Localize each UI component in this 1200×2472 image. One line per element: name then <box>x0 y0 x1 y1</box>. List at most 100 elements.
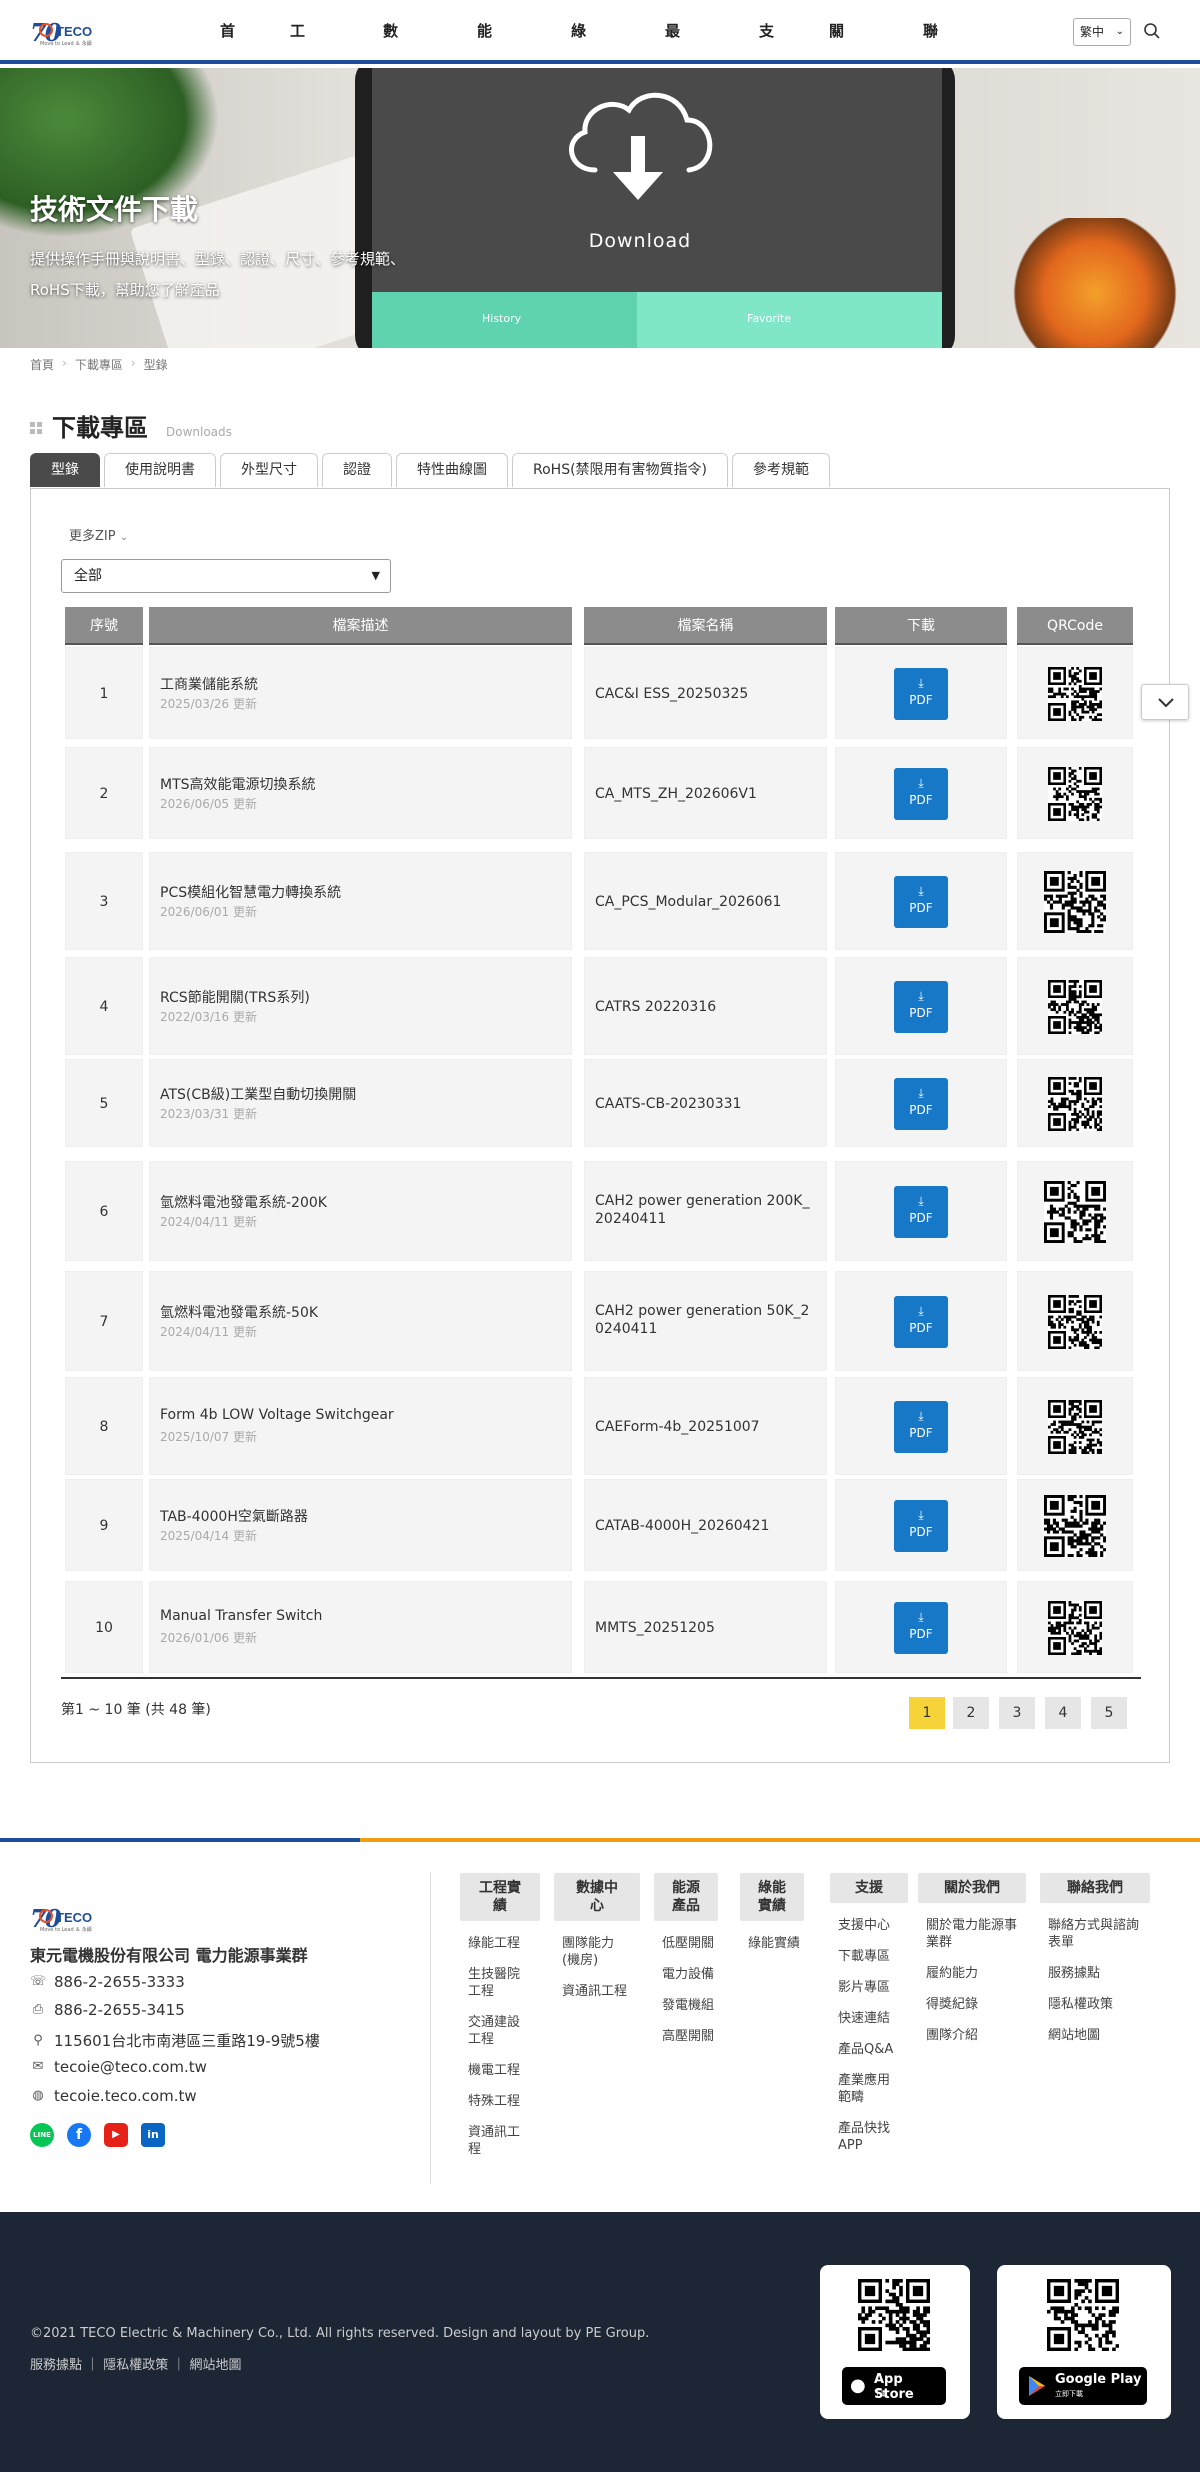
youtube-icon[interactable]: ▶ <box>104 2123 128 2147</box>
footer-link[interactable]: 產品Q&A <box>830 2041 908 2058</box>
footer-link[interactable]: 產品快找 APP <box>830 2120 908 2154</box>
row-qrcode-cell <box>1017 852 1133 950</box>
footer-link[interactable]: 低壓開關 <box>654 1935 718 1952</box>
footer-column: 支援 支援中心 下載專區 影片專區 快速連結 產品Q&A 產業應用 範疇 產品快找 APP <box>830 1873 908 2154</box>
breadcrumb-home[interactable]: 首頁 <box>30 356 54 373</box>
pdf-download-button[interactable]: ⤓ PDF <box>894 668 948 720</box>
pdf-download-button[interactable]: ⤓ PDF <box>894 1078 948 1130</box>
page-2-button[interactable]: 2 <box>953 1697 989 1729</box>
app-store-sub: 下載 <box>874 2390 888 2398</box>
footer-website[interactable]: ◍ tecoie.teco.com.tw <box>30 2087 196 2105</box>
footer-link[interactable]: 網站地圖 <box>1040 2027 1150 2044</box>
page-3-button[interactable]: 3 <box>999 1697 1035 1729</box>
pdf-download-button[interactable]: ⤓ PDF <box>894 768 948 820</box>
google-play-badge[interactable]: Google Play 立即下載 <box>1019 2367 1147 2405</box>
search-icon[interactable] <box>1143 22 1161 40</box>
footer-link[interactable]: 支援中心 <box>830 1917 908 1934</box>
tab-certification[interactable]: 認證 <box>322 453 392 487</box>
row-title: Manual Transfer Switch <box>160 1608 323 1624</box>
footer-link[interactable]: 高壓開關 <box>654 2028 718 2045</box>
tab-rohs[interactable]: RoHS(禁限用有害物質指令) <box>512 453 729 487</box>
footer-link[interactable]: 綠能實績 <box>740 1935 804 1952</box>
footer-link[interactable]: 發電機組 <box>654 1997 718 2014</box>
footer-link[interactable]: 履約能力 <box>918 1965 1026 1982</box>
pdf-download-button[interactable]: ⤓ PDF <box>894 1602 948 1654</box>
breadcrumb-downloads[interactable]: 下載專區 <box>75 356 123 373</box>
page-4-button[interactable]: 4 <box>1045 1697 1081 1729</box>
footer-link[interactable]: 特殊工程 <box>460 2093 540 2110</box>
footer-link[interactable]: 服務據點 <box>1040 1965 1150 1982</box>
footer-link[interactable]: 快速連結 <box>830 2010 908 2027</box>
footer-link[interactable]: 交通建設 工程 <box>460 2014 540 2048</box>
footer-link[interactable]: 綠能工程 <box>460 1935 540 1952</box>
row-filename-line1: CA_MTS_ZH_202606V1 <box>595 786 757 802</box>
nav-energy-products[interactable]: 能源產品 <box>477 0 492 226</box>
pdf-label: PDF <box>909 793 933 807</box>
pdf-download-button[interactable]: ⤓ PDF <box>894 1401 948 1453</box>
linkedin-icon[interactable]: in <box>141 2123 165 2147</box>
chevron-right-icon: › <box>130 356 136 370</box>
download-arrow-icon: ⤓ <box>918 676 924 690</box>
pdf-download-button[interactable]: ⤓ PDF <box>894 876 948 928</box>
pdf-download-button[interactable]: ⤓ PDF <box>894 1500 948 1552</box>
line-icon[interactable]: LINE <box>30 2123 54 2147</box>
nav-home[interactable]: 首頁 <box>220 0 235 102</box>
tab-curve[interactable]: 特性曲線圖 <box>396 453 508 487</box>
footer-link[interactable]: 資通訊工程 <box>554 1983 640 2000</box>
hero-banner: Download History Favorite 技術文件下載 提供操作手冊與… <box>0 68 1200 348</box>
row-filename-line1: CATAB-4000H_20260421 <box>595 1518 770 1534</box>
page-1-button[interactable]: 1 <box>909 1697 945 1729</box>
tab-reference[interactable]: 參考規範 <box>732 453 831 487</box>
row-filename: MMTS_20251205 <box>595 1619 825 1637</box>
footer-link[interactable]: 團隊介紹 <box>918 2027 1026 2044</box>
facebook-icon[interactable]: f <box>67 2123 91 2147</box>
logo-text: TECO <box>56 24 93 39</box>
footer-link[interactable]: 生技醫院 工程 <box>460 1966 540 2000</box>
more-zip-toggle[interactable]: 更多ZIP ⌄ <box>69 525 128 544</box>
tab-dimensions[interactable]: 外型尺寸 <box>220 453 318 487</box>
nav-about[interactable]: 關於我們 <box>829 0 844 226</box>
row-filename: CAH2 power generation 200K_ 20240411 <box>595 1192 825 1228</box>
nav-support[interactable]: 支援 <box>759 0 774 102</box>
footer-link[interactable]: 影片專區 <box>830 1979 908 1996</box>
nav-contact[interactable]: 聯絡我們 <box>923 0 938 226</box>
scroll-down-button[interactable] <box>1141 684 1189 720</box>
footer-link[interactable]: 隱私權政策 <box>1040 1996 1150 2013</box>
footer-email[interactable]: ✉ tecoie@teco.com.tw <box>30 2058 207 2076</box>
footer-column-heading: 綠能 實績 <box>740 1873 804 1921</box>
footer-link[interactable]: 團隊能力 (機房) <box>554 1935 640 1969</box>
footer-link[interactable]: 資通訊工程 <box>460 2124 540 2158</box>
footer-link-line: 高壓開關 <box>662 2029 715 2044</box>
footer-link[interactable]: 聯絡方式與諮詢 表單 <box>1040 1917 1150 1951</box>
row-date: 2026/06/01 更新 <box>160 905 257 919</box>
row-filename-cell: CAATS-CB-20230331 <box>584 1059 827 1147</box>
nav-green-energy[interactable]: 綠能實績 <box>571 0 586 226</box>
teco-logo[interactable]: 70 TECO Move to Lead ＆ 永續 <box>30 18 102 47</box>
tab-manual[interactable]: 使用說明書 <box>104 453 216 487</box>
footer-link[interactable]: 關於電力能源事 業群 <box>918 1917 1026 1951</box>
nav-engineering[interactable]: 工程實績 <box>290 0 305 226</box>
footer-heading-line1: 數據中 <box>576 1880 618 1896</box>
footer-link[interactable]: 機電工程 <box>460 2062 540 2079</box>
nav-data-center[interactable]: 數據中心 <box>383 0 398 226</box>
pdf-download-button[interactable]: ⤓ PDF <box>894 1296 948 1348</box>
footer-link[interactable]: 電力設備 <box>654 1966 718 1983</box>
row-number-cell: 6 <box>65 1161 143 1261</box>
footer-link[interactable]: 產業應用 範疇 <box>830 2072 908 2106</box>
app-store-badge[interactable]: ● App Store 下載 <box>842 2367 946 2405</box>
language-select[interactable]: 繁中 ⌄ <box>1073 18 1131 46</box>
footer-link[interactable]: 下載專區 <box>830 1948 908 1965</box>
download-arrow-icon: ⤓ <box>918 776 924 790</box>
language-value: 繁中 <box>1080 25 1105 39</box>
nav-news[interactable]: 最新消息 <box>665 0 680 226</box>
pdf-download-button[interactable]: ⤓ PDF <box>894 981 948 1033</box>
footer-link-line: 交通建設 <box>468 2015 521 2030</box>
tab-catalog[interactable]: 型錄 <box>30 453 100 487</box>
qr-code-icon <box>1047 2279 1119 2351</box>
footer-link[interactable]: 得獎紀錄 <box>918 1996 1026 2013</box>
footer-heading-line1: 能源 <box>672 1880 700 1896</box>
footer-bottom-links[interactable]: 服務據點 ｜ 隱私權政策 ｜ 網站地圖 <box>30 2354 242 2373</box>
category-select[interactable]: 全部 ▼ <box>61 559 391 593</box>
pdf-download-button[interactable]: ⤓ PDF <box>894 1186 948 1238</box>
page-5-button[interactable]: 5 <box>1091 1697 1127 1729</box>
